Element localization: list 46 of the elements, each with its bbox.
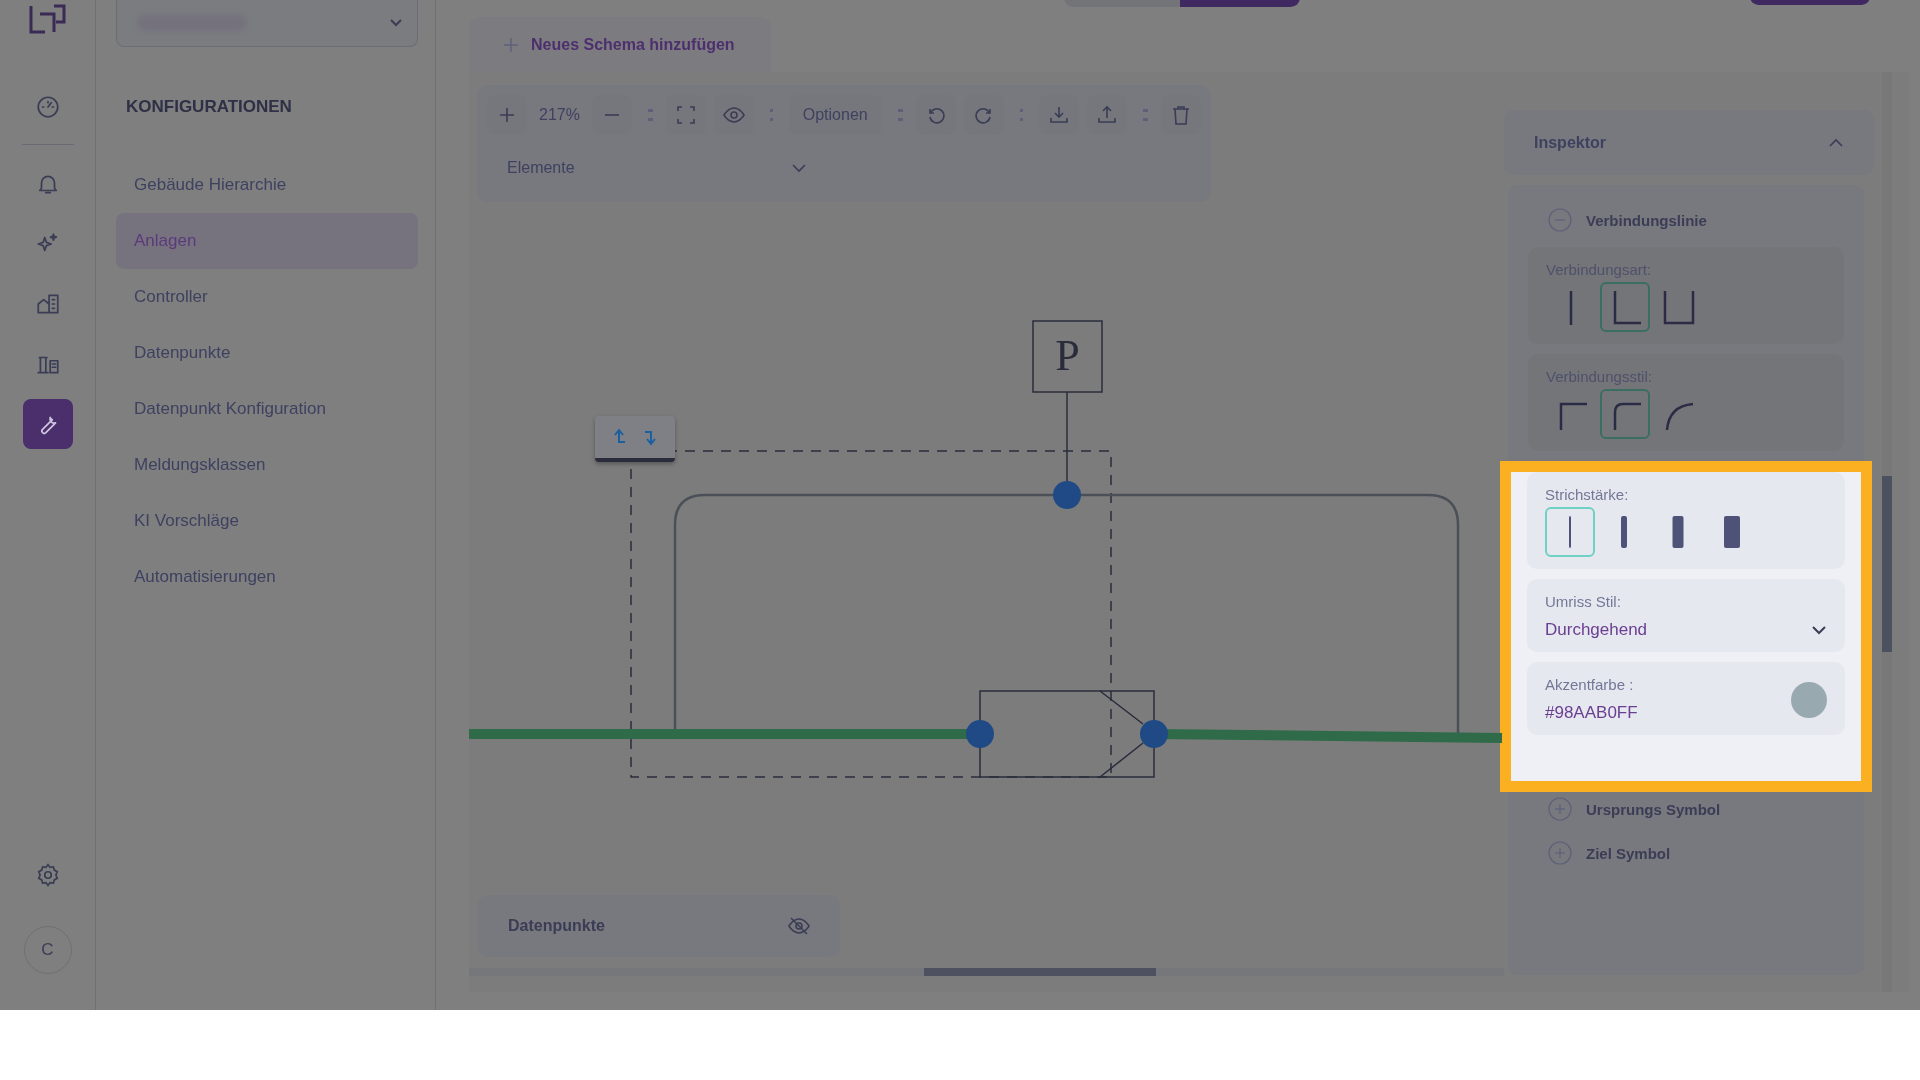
sidebar-item[interactable]: Meldungsklassen: [116, 437, 418, 493]
field-label: Strichstärke:: [1545, 486, 1630, 503]
minus-circle-icon[interactable]: [1548, 208, 1572, 232]
undo-icon[interactable]: [926, 105, 947, 125]
trash-icon[interactable]: [1171, 105, 1190, 125]
fullscreen-icon[interactable]: [677, 106, 696, 124]
sidebar-item[interactable]: Datenpunkte: [116, 325, 418, 381]
inspector-header[interactable]: Inspektor: [1504, 110, 1874, 175]
sensor-symbol[interactable]: P: [1032, 320, 1103, 393]
scrollbar-thumb[interactable]: [1882, 476, 1892, 652]
section-label[interactable]: Ursprungs Symbol: [1586, 800, 1721, 818]
building-icon[interactable]: [34, 291, 61, 317]
logo-icon: [27, 2, 68, 36]
color-swatch[interactable]: [1791, 681, 1827, 718]
elements-dropdown[interactable]: Elemente: [507, 159, 807, 177]
plus-icon[interactable]: [503, 36, 519, 53]
scrollbar-thumb[interactable]: [924, 968, 1156, 976]
panel-title: Inspektor: [1534, 133, 1606, 152]
chevron-down-icon[interactable]: [1811, 625, 1827, 635]
sidebar-item[interactable]: Automatisierungen: [116, 549, 418, 605]
connection-handle[interactable]: [966, 720, 994, 748]
section-label[interactable]: Ziel Symbol: [1586, 844, 1671, 862]
upload-icon[interactable]: [1096, 105, 1117, 125]
valve-symbol[interactable]: [979, 690, 1155, 778]
chevron-up-icon[interactable]: [1828, 137, 1844, 148]
nav-button[interactable]: [22, 399, 73, 449]
outline-style-dropdown[interactable]: Umriss Stil: Durchgehend: [1527, 579, 1845, 652]
section-title: KONFIGURATIONEN: [126, 97, 293, 117]
gauge-icon[interactable]: [34, 94, 61, 120]
zoom-level: 217%: [538, 106, 581, 124]
sidebar-item[interactable]: Controller: [116, 269, 418, 325]
plus-circle-icon[interactable]: [1548, 797, 1572, 821]
sidebar-item[interactable]: Datenpunkt Konfiguration: [116, 381, 418, 437]
plus-circle-icon[interactable]: [1548, 841, 1572, 865]
sidebar-item[interactable]: KI Vorschläge: [116, 493, 418, 549]
eye-icon[interactable]: [723, 106, 746, 124]
eye-off-icon[interactable]: [788, 917, 810, 935]
sidebar-item[interactable]: Anlagen: [116, 213, 418, 269]
panel-title: Datenpunkte: [508, 917, 605, 935]
accent-color-field[interactable]: Akzentfarbe : #98AAB0FF: [1527, 662, 1845, 735]
plus-icon[interactable]: [498, 106, 516, 124]
sidebar-item[interactable]: Gebäude Hierarchie: [116, 157, 418, 213]
section-label[interactable]: Verbindungslinie: [1586, 211, 1707, 229]
connection-handle[interactable]: [1140, 720, 1168, 748]
connection-handle[interactable]: [1053, 481, 1081, 509]
download-icon[interactable]: [1048, 105, 1069, 125]
